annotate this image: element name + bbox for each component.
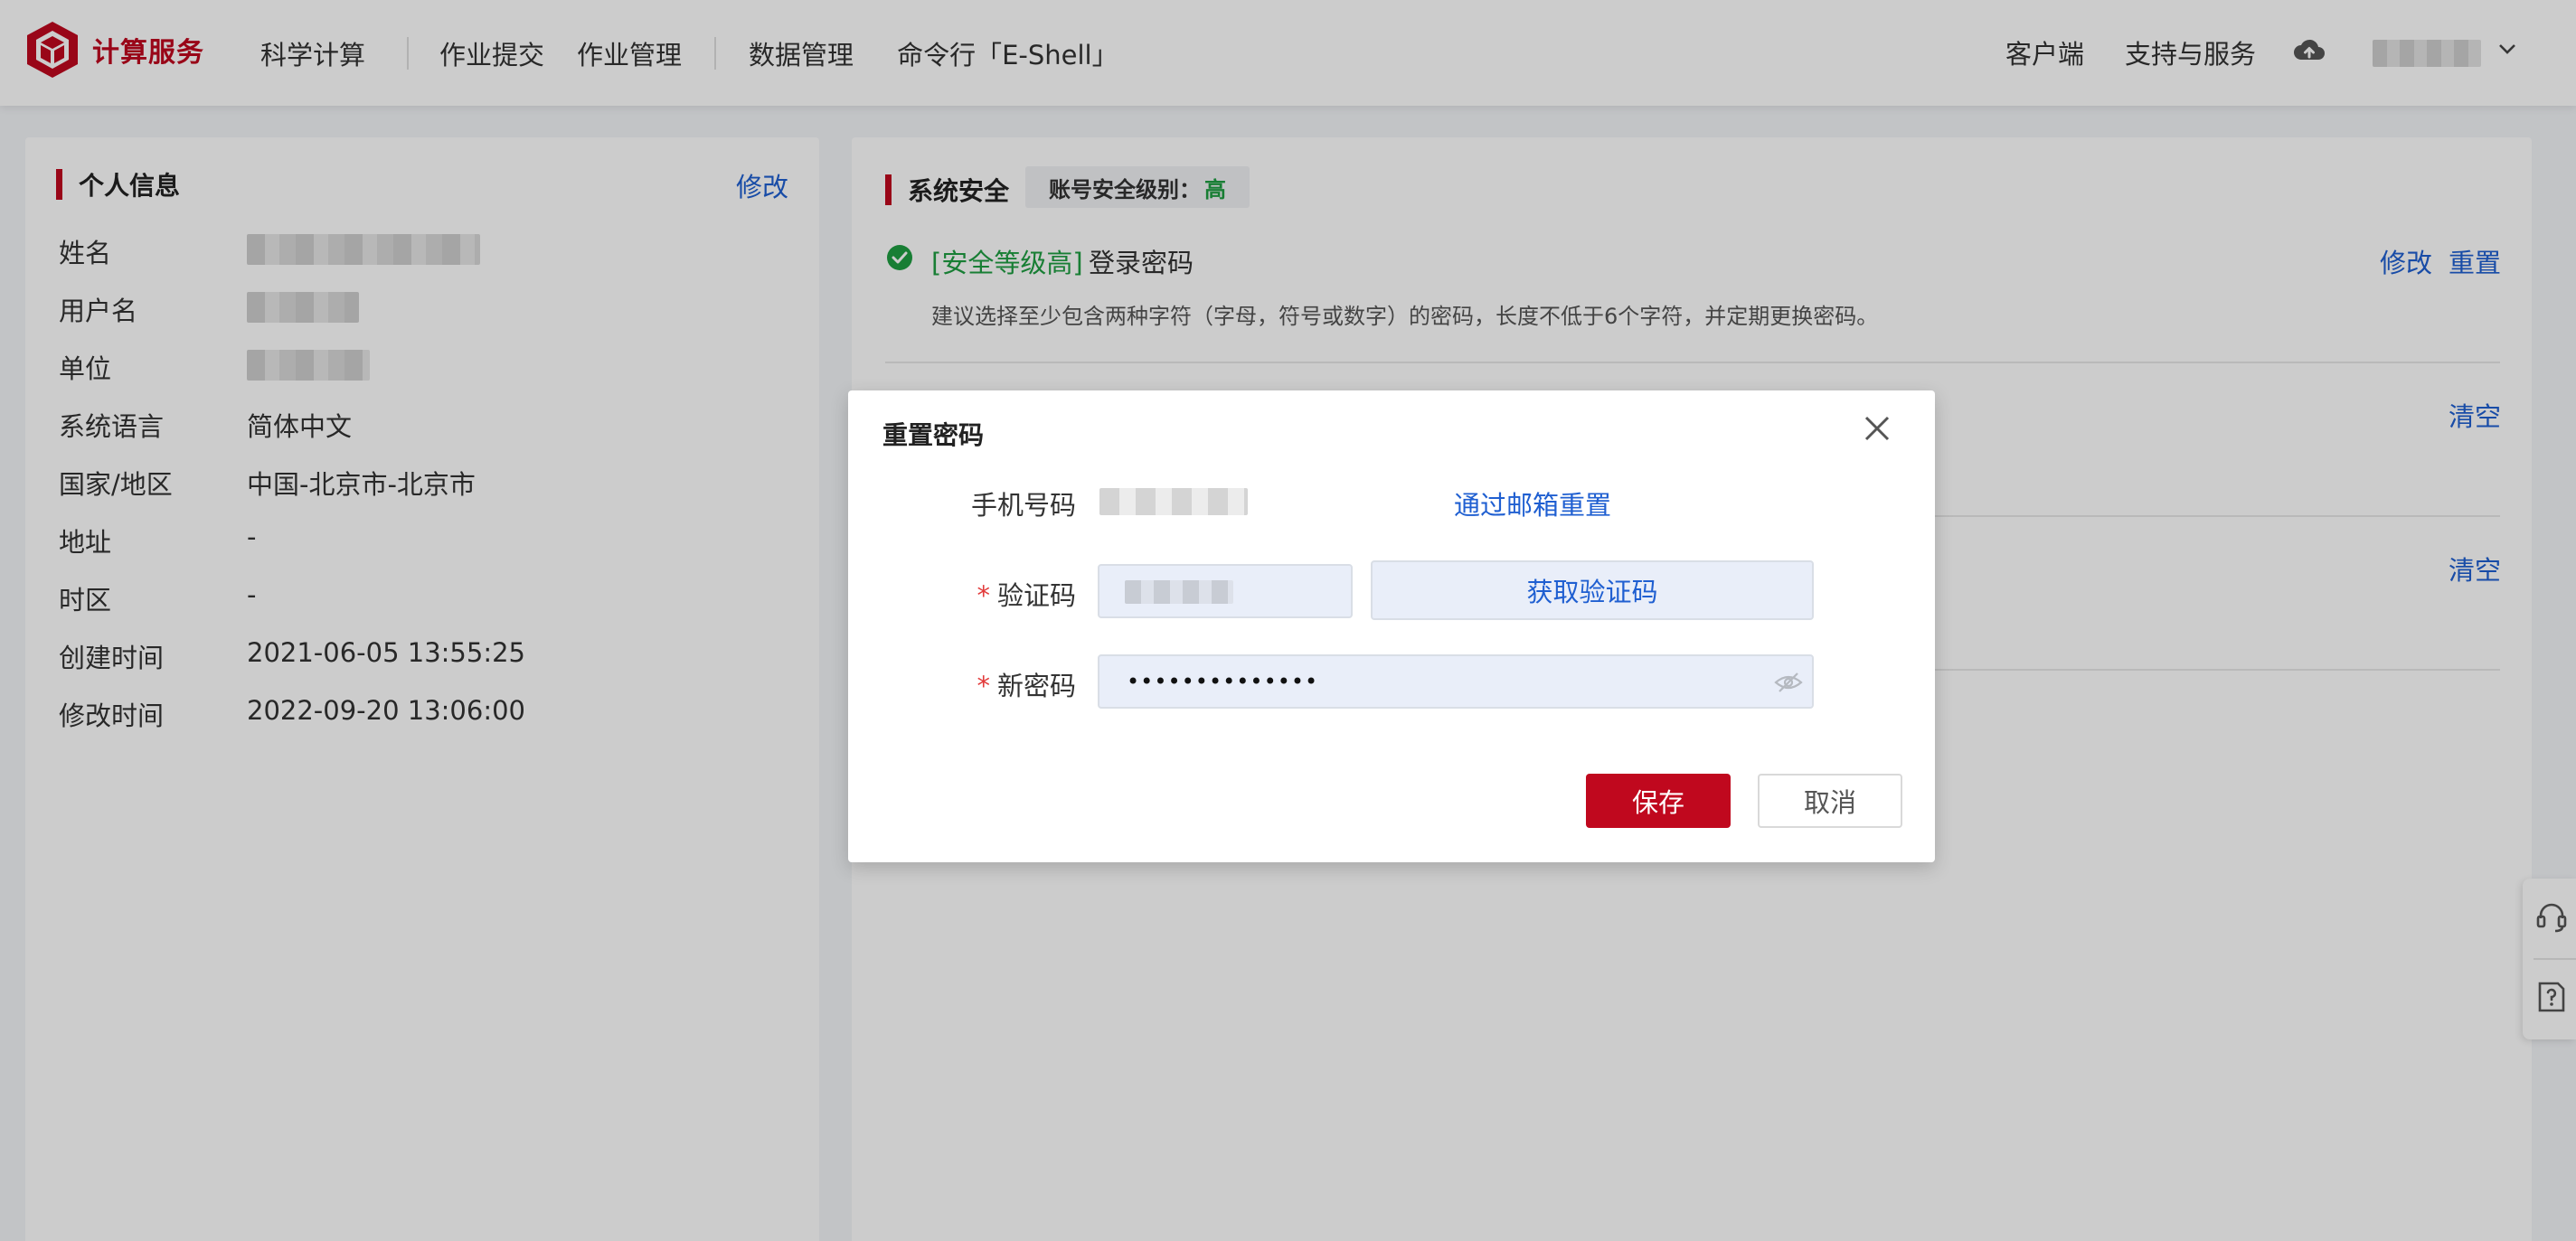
save-button[interactable]: 保存	[1586, 774, 1731, 828]
code-label-text: 验证码	[996, 580, 1076, 611]
phone-value-redacted	[1099, 488, 1248, 515]
code-label: * 验证码	[895, 575, 1076, 613]
reset-password-dialog: 重置密码 手机号码 通过邮箱重置 * 验证码 获取验证码 * 新密码 •••••••…	[848, 390, 1935, 862]
phone-label: 手机号码	[970, 490, 1076, 521]
close-icon[interactable]	[1863, 414, 1892, 443]
required-mark: *	[977, 671, 990, 701]
dialog-title: 重置密码	[882, 420, 985, 450]
new-password-value: ••••••••••••••	[1127, 669, 1319, 694]
email-reset-link[interactable]: 通过邮箱重置	[1454, 484, 1611, 522]
eye-hidden-icon[interactable]	[1774, 671, 1803, 694]
new-password-label-text: 新密码	[996, 671, 1076, 701]
new-password-input[interactable]: ••••••••••••••	[1098, 654, 1814, 709]
cancel-button[interactable]: 取消	[1758, 774, 1902, 828]
code-value-redacted	[1125, 580, 1233, 604]
required-mark: *	[977, 580, 990, 611]
get-code-button[interactable]: 获取验证码	[1371, 560, 1814, 620]
code-input[interactable]	[1098, 564, 1353, 618]
new-password-label: * 新密码	[895, 665, 1076, 703]
